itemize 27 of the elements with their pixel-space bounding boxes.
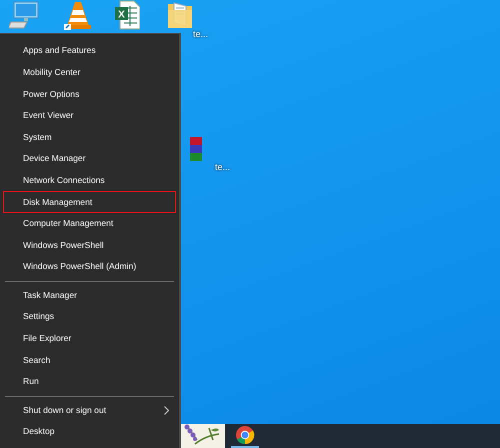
menu-item[interactable]: Computer Management [3, 212, 176, 234]
menu-item[interactable]: System [3, 126, 176, 148]
icon-label: te... [214, 163, 230, 173]
menu-item[interactable]: Task Manager [3, 284, 176, 306]
menu-item[interactable]: Apps and Features [3, 40, 176, 62]
menu-item[interactable]: Settings [3, 306, 176, 328]
books-icon[interactable] [190, 137, 202, 163]
menu-item[interactable]: Desktop [3, 421, 176, 443]
menu-item[interactable]: Network Connections [3, 170, 176, 192]
menu-item[interactable]: Windows PowerShell (Admin) [3, 256, 176, 278]
menu-item[interactable]: Disk Management [3, 191, 176, 213]
flower-photo-icon [181, 424, 225, 448]
menu-item[interactable]: Device Manager [3, 148, 176, 170]
menu-item[interactable]: Power Options [3, 83, 176, 105]
browser-icon [235, 425, 255, 445]
menu-item[interactable]: Shut down or sign out [3, 400, 176, 422]
taskbar-button[interactable] [231, 424, 259, 448]
folder-icon[interactable] [167, 0, 193, 30]
icon-label: te... [192, 30, 208, 40]
menu-item[interactable]: Run [3, 370, 176, 392]
menu-item[interactable]: Mobility Center [3, 62, 176, 84]
computer-icon[interactable] [9, 0, 41, 30]
menu-item[interactable]: Search [3, 349, 176, 371]
menu-item[interactable]: Event Viewer [3, 104, 176, 126]
menu-item[interactable]: Windows PowerShell [3, 234, 176, 256]
menu-item[interactable]: File Explorer [3, 328, 176, 350]
traffic-cone-icon[interactable] [64, 0, 92, 30]
